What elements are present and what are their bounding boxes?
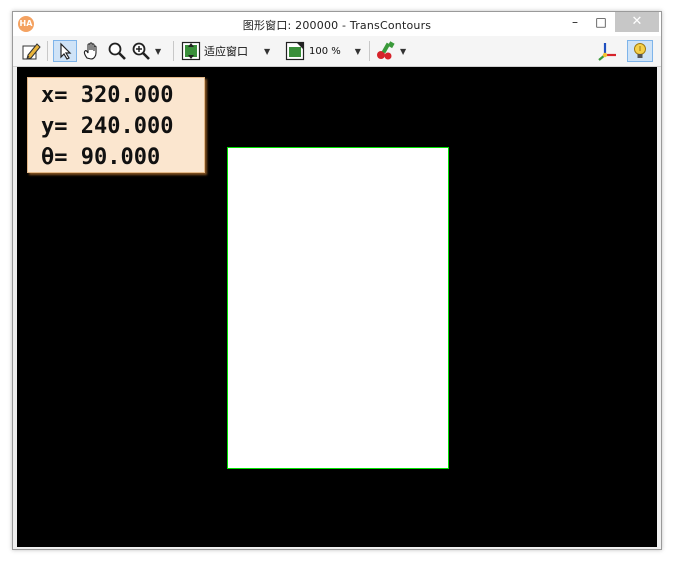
fit-window-label: 适应窗口 [204,45,248,58]
zoom-in-icon [132,42,150,60]
minimize-button[interactable]: – [563,12,587,32]
coordinate-axes-icon [598,43,616,61]
pan-tool-button[interactable] [79,40,103,62]
fit-window-dropdown[interactable]: 适应窗口 ▼ [181,40,281,62]
zoom-percent-label: 100 % [309,45,341,57]
toolbar-separator [47,41,48,61]
maximize-button[interactable]: □ [589,12,613,32]
x-coordinate-text: x= 320.000 [41,83,174,108]
zoom-percent-dropdown[interactable]: 100 % ▼ [285,40,367,62]
lightbulb-button[interactable] [627,40,653,62]
toolbar-separator [173,41,174,61]
edit-icon [22,43,41,60]
color-dropdown[interactable]: ▼ [375,40,409,62]
angle-text: θ= 90.000 [41,145,161,170]
zoom-in-dropdown[interactable]: ▼ [131,40,167,62]
fit-window-icon [181,41,201,61]
y-coordinate-text: y= 240.000 [41,114,174,139]
pointer-tool-button[interactable] [53,40,77,62]
chevron-down-icon: ▼ [264,46,271,56]
halcon-app-icon: HA [18,16,34,32]
graphics-window: HA 图形窗口: 200000 - TransContours – □ ✕ ▼ … [12,11,662,550]
coordinate-axes-button[interactable] [595,40,619,62]
zoom-percent-icon [285,41,305,61]
title-bar[interactable]: HA 图形窗口: 200000 - TransContours – □ ✕ [13,12,661,36]
paint-icon [377,41,395,60]
magnifier-icon [108,42,126,60]
chevron-down-icon: ▼ [400,46,407,56]
image-canvas[interactable]: x= 320.000 y= 240.000 θ= 90.000 [17,67,657,547]
magnify-tool-button[interactable] [105,40,129,62]
chevron-down-icon: ▼ [155,46,162,56]
toolbar-separator [369,41,370,61]
pose-info-box: x= 320.000 y= 240.000 θ= 90.000 [27,77,205,173]
chevron-down-icon: ▼ [354,46,361,56]
edit-button[interactable] [19,40,43,62]
close-button[interactable]: ✕ [615,12,659,32]
transformed-rectangle-contour [227,147,449,469]
toolbar: ▼ 适应窗口 ▼ 100 % ▼ ▼ [13,36,661,67]
lightbulb-icon [634,43,646,58]
hand-pan-icon [83,42,97,60]
pointer-icon [60,42,72,60]
